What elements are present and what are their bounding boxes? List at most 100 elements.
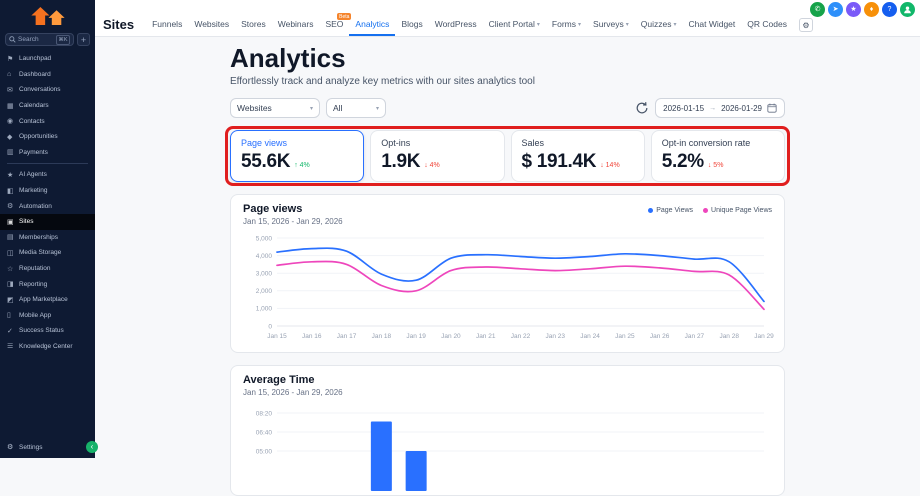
sidebar-item-conversations[interactable]: ✉Conversations — [0, 82, 95, 98]
date-from[interactable]: 2026-01-15 — [663, 104, 704, 113]
sites-settings-button[interactable]: ⚙ — [799, 18, 813, 32]
tab-surveys[interactable]: Surveys▾ — [587, 19, 635, 36]
sidebar-item-sites[interactable]: ▣Sites — [0, 214, 95, 230]
sidebar-item-reporting[interactable]: ◨Reporting — [0, 276, 95, 292]
analytics-page: Analytics Effortlessly track and analyze… — [230, 37, 785, 496]
quick-add-button[interactable]: + — [77, 33, 90, 46]
date-range-picker[interactable]: 2026-01-15 → 2026-01-29 — [655, 98, 785, 118]
type-select[interactable]: All ▾ — [326, 98, 386, 118]
tab-chat-widget[interactable]: Chat Widget — [683, 19, 742, 36]
gear-icon: ⚙ — [802, 21, 809, 30]
sidebar-item-label: Mobile App — [19, 312, 51, 319]
help-bubble-button[interactable]: ‹ — [86, 441, 98, 453]
tab-stores[interactable]: Stores — [235, 19, 272, 36]
tab-seo[interactable]: SEOBeta — [319, 19, 349, 36]
sidebar-item-automation[interactable]: ⚙Automation — [0, 198, 95, 214]
phone-button[interactable]: ✆ — [810, 2, 825, 17]
sidebar-item-ai-agents[interactable]: ★AI Agents — [0, 167, 95, 183]
sidebar-item-marketing[interactable]: ◧Marketing — [0, 183, 95, 199]
tab-analytics[interactable]: Analytics — [349, 19, 395, 36]
sidebar-item-success-status[interactable]: ✓ Success Status — [0, 323, 95, 339]
sidebar-item-mobile-app[interactable]: ▯Mobile App — [0, 308, 95, 324]
sidebar-item-opportunities[interactable]: ◆Opportunities — [0, 129, 95, 145]
metric-delta: ↑ 4% — [294, 162, 310, 169]
sidebar-divider — [7, 163, 88, 164]
conversations-icon: ✉ — [7, 86, 15, 94]
chart-subtitle: Jan 15, 2026 - Jan 29, 2026 — [243, 388, 343, 397]
rewards-icon: ♦ — [870, 6, 874, 13]
sidebar-item-label: Reporting — [19, 281, 47, 288]
sidebar-item-calendars[interactable]: ▦Calendars — [0, 98, 95, 114]
svg-text:4,000: 4,000 — [256, 253, 273, 260]
svg-text:3,000: 3,000 — [256, 271, 273, 278]
brand-logo[interactable] — [0, 0, 95, 30]
sidebar-item-dashboard[interactable]: ⌂Dashboard — [0, 67, 95, 83]
page-views-chart-card: Page views Jan 15, 2026 - Jan 29, 2026 P… — [230, 194, 785, 353]
tab-websites[interactable]: Websites — [188, 19, 235, 36]
metric-card-sales[interactable]: Sales$ 191.4K↓ 14% — [511, 130, 645, 182]
sidebar-search[interactable]: Search ⌘K — [5, 33, 74, 46]
sidebar-item-app-marketplace[interactable]: ◩App Marketplace — [0, 292, 95, 308]
sidebar-item-media-storage[interactable]: ◫Media Storage — [0, 245, 95, 261]
metric-card-page-views[interactable]: Page views55.6K↑ 4% — [230, 130, 364, 182]
tab-quizzes[interactable]: Quizzes▾ — [635, 19, 683, 36]
metric-delta: ↓ 5% — [708, 162, 724, 169]
chart-title: Page views — [243, 203, 343, 215]
sidebar-search-row: Search ⌘K + — [0, 30, 95, 48]
launcher-button[interactable]: ➤ — [828, 2, 843, 17]
metric-card-opt-in-conversion-rate[interactable]: Opt-in conversion rate5.2%↓ 5% — [651, 130, 785, 182]
tab-label: WordPress — [435, 19, 477, 29]
launchpad-icon: ⚑ — [7, 55, 15, 63]
analytics-title: Analytics — [230, 43, 785, 73]
sidebar-item-payments[interactable]: ▥Payments — [0, 145, 95, 161]
metric-value-row: 5.2%↓ 5% — [662, 151, 774, 173]
rewards-button[interactable]: ♦ — [864, 2, 879, 17]
metric-card-opt-ins[interactable]: Opt-ins1.9K↓ 4% — [370, 130, 504, 182]
sidebar-item-label: Marketing — [19, 187, 48, 194]
calendar-icon — [767, 103, 777, 113]
app-header: ✆➤★♦? Sites FunnelsWebsitesStoresWebinar… — [95, 0, 920, 37]
average-time-chart-card: Average Time Jan 15, 2026 - Jan 29, 2026… — [230, 365, 785, 496]
sidebar-item-label: Success Status — [19, 327, 64, 334]
tab-forms[interactable]: Forms▾ — [546, 19, 587, 36]
sidebar-item-label: Dashboard — [19, 71, 51, 78]
sidebar-item-label: Memberships — [19, 234, 58, 241]
svg-text:Jan 15: Jan 15 — [267, 333, 287, 340]
memberships-icon: ▤ — [7, 233, 15, 241]
account-button[interactable] — [900, 2, 915, 17]
tabs-nav: FunnelsWebsitesStoresWebinarsSEOBetaAnal… — [146, 19, 793, 36]
series-page-views — [277, 248, 764, 301]
svg-text:1,000: 1,000 — [256, 306, 273, 313]
academy-button[interactable]: ★ — [846, 2, 861, 17]
knowledge-center-icon: ☰ — [7, 342, 15, 350]
tab-blogs[interactable]: Blogs — [395, 19, 428, 36]
metric-label: Page views — [241, 138, 353, 148]
legend-item-page-views[interactable]: Page Views — [648, 207, 693, 214]
sidebar-item-settings[interactable]: ⚙ Settings — [0, 439, 95, 455]
sidebar-item-reputation[interactable]: ☆Reputation — [0, 261, 95, 277]
gridlines: 01,0002,0003,0004,0005,000 — [256, 235, 764, 330]
sidebar-item-memberships[interactable]: ▤ Memberships — [0, 230, 95, 246]
svg-text:Jan 25: Jan 25 — [615, 333, 635, 340]
sidebar-item-contacts[interactable]: ◉Contacts — [0, 113, 95, 129]
tab-label: SEO — [325, 19, 343, 29]
legend-item-unique-page-views[interactable]: Unique Page Views — [703, 207, 772, 214]
bar-jan-18 — [371, 422, 392, 491]
sidebar-item-knowledge-center[interactable]: ☰Knowledge Center — [0, 339, 95, 355]
chart-title: Average Time — [243, 374, 343, 386]
tab-qr-codes[interactable]: QR Codes — [741, 19, 793, 36]
sidebar-item-launchpad[interactable]: ⚑Launchpad — [0, 51, 95, 67]
tab-funnels[interactable]: Funnels — [146, 19, 188, 36]
svg-text:Jan 27: Jan 27 — [685, 333, 705, 340]
chevron-down-icon: ▾ — [537, 21, 540, 28]
help-button[interactable]: ? — [882, 2, 897, 17]
website-select[interactable]: Websites ▾ — [230, 98, 320, 118]
chevron-down-icon: ▾ — [376, 105, 379, 112]
success-status-icon: ✓ — [7, 327, 15, 335]
date-to[interactable]: 2026-01-29 — [721, 104, 762, 113]
refresh-button[interactable] — [635, 101, 649, 115]
tab-client-portal[interactable]: Client Portal▾ — [483, 19, 546, 36]
tab-webinars[interactable]: Webinars — [272, 19, 320, 36]
svg-text:Jan 21: Jan 21 — [476, 333, 496, 340]
tab-wordpress[interactable]: WordPress — [429, 19, 483, 36]
